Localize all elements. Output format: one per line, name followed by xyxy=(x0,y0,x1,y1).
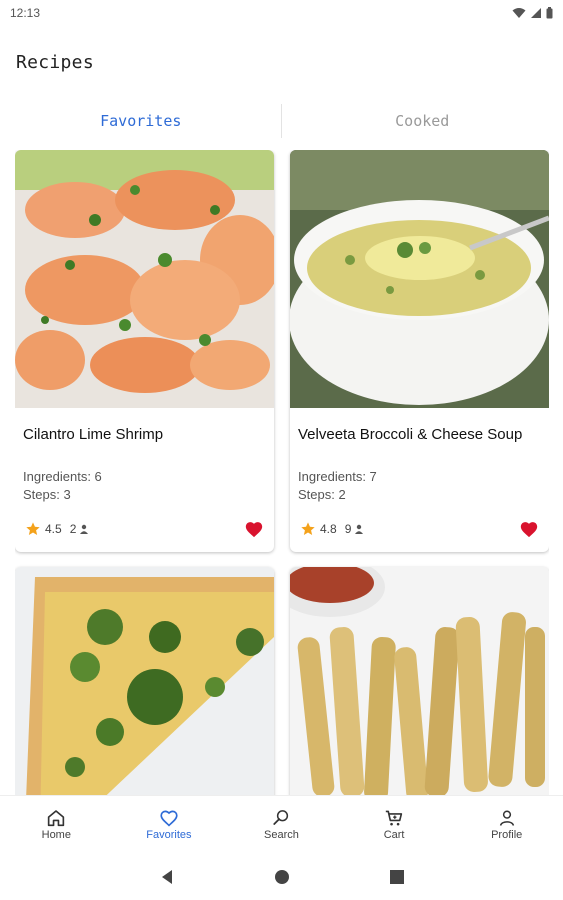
nav-cart[interactable]: Cart xyxy=(338,796,451,853)
star-icon xyxy=(26,522,40,535)
recipe-image-zucchini xyxy=(290,567,549,795)
page-title: Recipes xyxy=(16,52,94,73)
signal-icon xyxy=(531,8,541,18)
status-bar: 12:13 xyxy=(0,0,563,26)
cart-icon xyxy=(385,810,403,825)
nav-search[interactable]: Search xyxy=(225,796,338,853)
recipe-title: Velveeta Broccoli & Cheese Soup xyxy=(298,426,523,443)
status-icons xyxy=(512,7,553,19)
nav-label: Search xyxy=(264,828,299,841)
recipe-image-shrimp xyxy=(15,150,274,408)
rating-value: 4.5 xyxy=(45,522,62,536)
tab-favorites[interactable]: Favorites xyxy=(0,100,282,142)
recipe-image-quiche xyxy=(15,567,274,795)
system-nav-bar xyxy=(0,853,563,900)
recipe-card[interactable]: Cilantro Lime Shrimp Ingredients: 6 Step… xyxy=(15,150,274,552)
tab-divider xyxy=(281,104,282,138)
cooked-count: 9 xyxy=(344,522,352,536)
card-footer: 4.5 2 xyxy=(25,518,264,540)
ingredient-count: Ingredients: 6 xyxy=(23,469,102,484)
nav-label: Cart xyxy=(383,828,405,841)
step-count: Steps: 2 xyxy=(298,487,346,502)
back-icon[interactable] xyxy=(160,869,174,885)
tab-cooked[interactable]: Cooked xyxy=(282,100,563,142)
nav-home[interactable]: Home xyxy=(0,796,113,853)
home-icon xyxy=(48,809,65,826)
favorite-heart-icon[interactable] xyxy=(519,520,539,538)
recipe-card[interactable] xyxy=(290,567,549,795)
recipe-meta: Ingredients: 6 Steps: 3 xyxy=(23,468,102,504)
star-icon xyxy=(301,522,315,535)
tab-bar: Favorites Cooked xyxy=(0,100,563,142)
recipe-card[interactable]: Velveeta Broccoli & Cheese Soup Ingredie… xyxy=(290,150,549,552)
home-button-icon[interactable] xyxy=(274,869,290,885)
recipe-meta: Ingredients: 7 Steps: 2 xyxy=(298,468,377,504)
favorite-heart-icon[interactable] xyxy=(244,520,264,538)
ingredient-count: Ingredients: 7 xyxy=(298,469,377,484)
nav-label: Favorites xyxy=(146,828,192,841)
step-count: Steps: 3 xyxy=(23,487,71,502)
person-icon xyxy=(499,810,514,826)
recipe-title: Cilantro Lime Shrimp xyxy=(23,426,164,443)
card-footer: 4.8 9 xyxy=(300,518,539,540)
recipe-image-soup xyxy=(290,150,549,408)
bottom-nav: Home Favorites Search Cart Profile xyxy=(0,795,563,853)
battery-icon xyxy=(546,7,553,19)
person-icon xyxy=(355,524,364,534)
nav-favorites[interactable]: Favorites xyxy=(113,796,226,853)
recipe-card[interactable] xyxy=(15,567,274,795)
heart-icon xyxy=(160,810,178,826)
search-icon xyxy=(273,809,289,825)
rating-value: 4.8 xyxy=(320,522,337,536)
cooked-count: 2 xyxy=(69,522,77,536)
recipe-grid: Cilantro Lime Shrimp Ingredients: 6 Step… xyxy=(15,150,549,795)
nav-label: Profile xyxy=(491,828,523,841)
nav-profile[interactable]: Profile xyxy=(450,796,563,853)
recents-icon[interactable] xyxy=(389,869,404,884)
person-icon xyxy=(80,524,89,534)
nav-label: Home xyxy=(41,828,71,841)
wifi-icon xyxy=(512,8,526,18)
status-time: 12:13 xyxy=(10,6,41,20)
